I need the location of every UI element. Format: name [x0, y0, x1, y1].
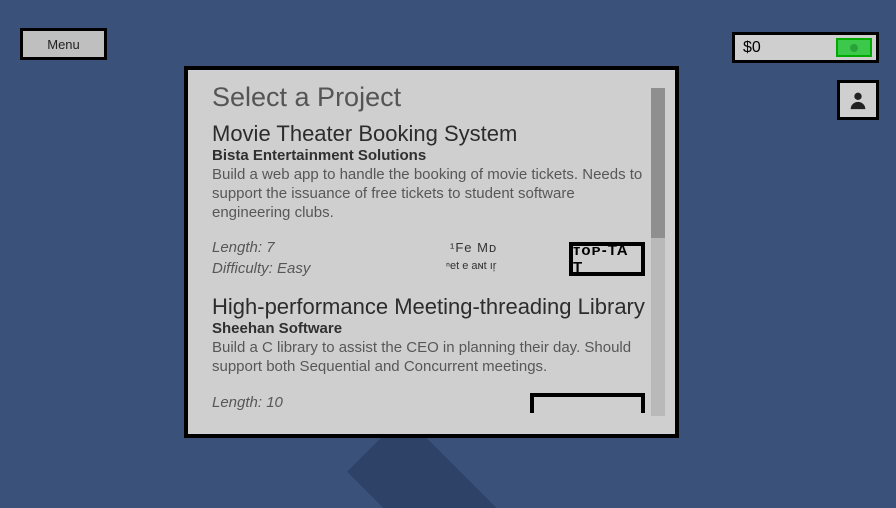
- project-graphic: [530, 393, 645, 413]
- money-value: $0: [743, 39, 761, 57]
- money-display: $0: [732, 32, 879, 63]
- person-button[interactable]: [837, 80, 879, 120]
- panel-content: Select a Project Movie Theater Booking S…: [212, 82, 645, 422]
- menu-label: Menu: [47, 37, 80, 52]
- cash-icon: [836, 38, 872, 57]
- person-icon: [847, 89, 869, 111]
- project-select-panel: Select a Project Movie Theater Booking S…: [184, 66, 679, 438]
- graphic-noise: ¹Fe Mᴅ: [450, 240, 497, 255]
- project-title: Movie Theater Booking System: [212, 121, 645, 147]
- project-length: Length: 7: [212, 238, 310, 258]
- project-description: Build a web app to handle the booking of…: [212, 166, 645, 222]
- project-company: Bista Entertainment Solutions: [212, 147, 645, 164]
- scrollbar-thumb[interactable]: [651, 88, 665, 238]
- project-meta: Length: 7 Difficulty: Easy: [212, 238, 310, 279]
- project-graphic: ¹Fe Mᴅ ⁿet e aɴt ıŗ ᴛᴏᴘ-TA T: [440, 238, 645, 280]
- project-difficulty: Difficulty: Easy: [212, 259, 310, 279]
- menu-button[interactable]: Menu: [20, 28, 107, 60]
- project-company: Sheehan Software: [212, 320, 645, 337]
- project-meta: Length: 10: [212, 393, 283, 413]
- panel-title: Select a Project: [212, 82, 645, 113]
- project-item[interactable]: Movie Theater Booking System Bista Enter…: [212, 121, 645, 280]
- project-tag: ᴛᴏᴘ-TA T: [569, 242, 645, 276]
- project-item[interactable]: High-performance Meeting-threading Libra…: [212, 294, 645, 413]
- project-description: Build a C library to assist the CEO in p…: [212, 339, 645, 377]
- graphic-noise: ⁿet e aɴt ıŗ: [446, 260, 496, 272]
- project-title: High-performance Meeting-threading Libra…: [212, 294, 645, 320]
- project-length: Length: 10: [212, 393, 283, 413]
- scrollbar[interactable]: [651, 88, 665, 416]
